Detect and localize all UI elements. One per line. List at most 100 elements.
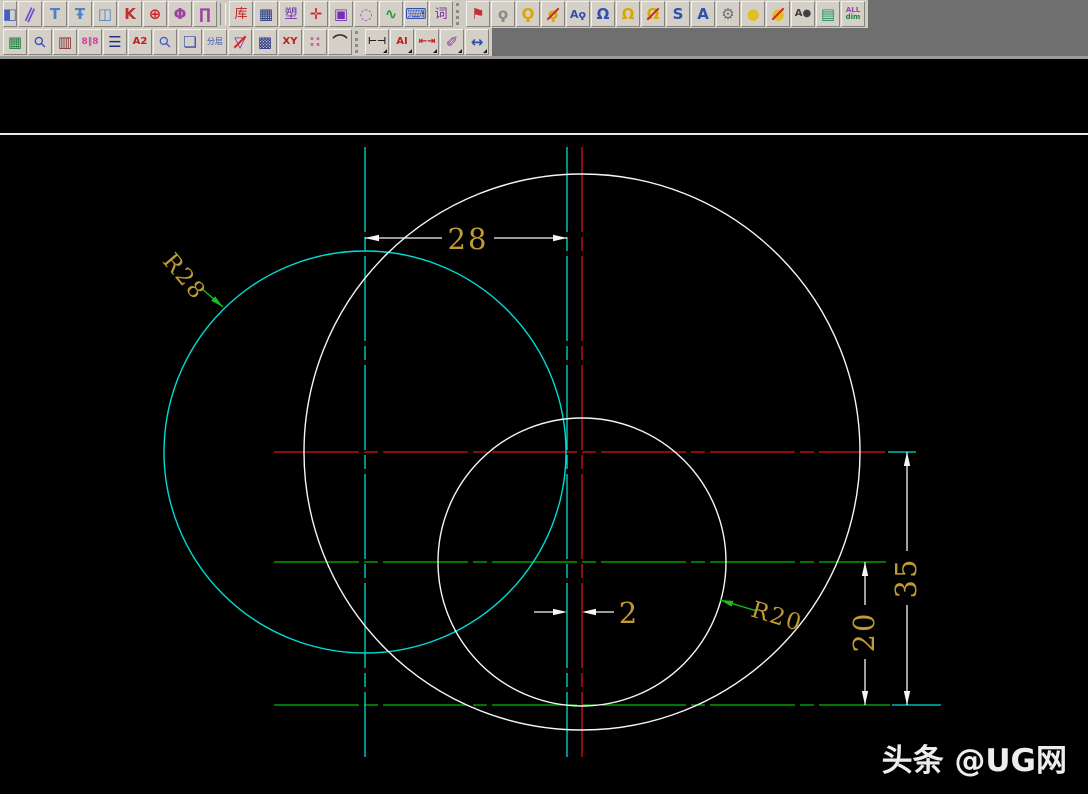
gear-icon-glyph: ⚙ — [721, 7, 734, 22]
library-icon[interactable]: 库 — [229, 1, 253, 27]
gear-icon[interactable]: ⚙ — [716, 1, 740, 27]
lock-off-icon[interactable]: Ω — [641, 1, 665, 27]
xy-icon[interactable]: XY — [278, 29, 302, 55]
curve-s-icon-glyph: ∿ — [385, 7, 398, 22]
column-icon[interactable]: ◫ — [93, 1, 117, 27]
grid-color-icon[interactable]: ▩ — [253, 29, 277, 55]
punch-die-icon-glyph: Ŧ — [75, 7, 85, 22]
dim-edit-icon[interactable]: ✐ — [440, 29, 464, 55]
toolbar-grip[interactable] — [456, 3, 463, 25]
layers-stack-icon[interactable]: ▤ — [816, 1, 840, 27]
center-target-icon[interactable]: ⊕ — [143, 1, 167, 27]
hatch-lines-icon[interactable]: ∥ — [18, 1, 42, 27]
filter-off-icon[interactable]: ▽ — [228, 29, 252, 55]
toolbar-bottom-edge — [0, 56, 1088, 59]
spline-k-icon-glyph: K — [124, 7, 136, 22]
box-3d-icon[interactable]: ❏ — [178, 29, 202, 55]
image-icon[interactable]: ▥ — [53, 29, 77, 55]
a-drag-icon[interactable]: A — [691, 1, 715, 27]
dim-angle-icon[interactable]: ↔ — [465, 29, 489, 55]
sheet-grid-icon-glyph: ▦ — [8, 35, 22, 50]
mold-icon[interactable]: 塑 — [279, 1, 303, 27]
a-drag-icon-glyph: A — [697, 7, 709, 22]
toolbar-row-2: ▦⚲▥8‖8☰A2⚲❏分层▽▩XY∷⌒⊢⊣AI⇤⇥✐↔ — [0, 28, 1088, 56]
layer-freeze-icon[interactable]: ϙ — [541, 1, 565, 27]
arc-icon-glyph: ⌒ — [332, 35, 347, 50]
dim-35-arrow-2 — [904, 691, 910, 705]
dim-linear-icon[interactable]: ⊢⊣ — [365, 29, 389, 55]
dim-text-icon[interactable]: AI — [390, 29, 414, 55]
toolbar-row-1-panel: ◧∥TŦ◫K⊕Φ∏库▦塑✛▣◌∿⌨词⚑ϙϘϙAϙΩΩΩSA⚙●●A●▤ALLdi… — [0, 0, 868, 28]
keyboard-icon[interactable]: ⌨ — [404, 1, 428, 27]
dashed-circle-icon-glyph: ◌ — [359, 7, 372, 22]
layer-split-icon[interactable]: 分层 — [203, 29, 227, 55]
arc-icon[interactable]: ⌒ — [328, 29, 352, 55]
table-icon-glyph: ▦ — [259, 7, 273, 22]
block-insert-icon[interactable]: ▣ — [329, 1, 353, 27]
pipe-fitting-icon[interactable]: ∏ — [193, 1, 217, 27]
a2-sheet-icon[interactable]: A2 — [128, 29, 152, 55]
layer-flag-icon-glyph: ⚑ — [471, 7, 484, 22]
toolbar-grip[interactable] — [355, 31, 362, 53]
dim-text-icon-glyph: AI — [396, 37, 407, 47]
bolt-icon[interactable]: Φ — [168, 1, 192, 27]
lock-icon[interactable]: Ω — [591, 1, 615, 27]
spline-k-icon[interactable]: K — [118, 1, 142, 27]
center-target-icon-glyph: ⊕ — [149, 7, 162, 22]
layer-color-off-icon-glyph: ● — [771, 7, 784, 22]
zoom-detail-icon[interactable]: ⚲ — [28, 29, 52, 55]
nodes-icon[interactable]: ∷ — [303, 29, 327, 55]
sheet-grid-icon[interactable]: ▦ — [3, 29, 27, 55]
unlock-icon-glyph: Ω — [622, 7, 635, 22]
match-8-icon-glyph: 8‖8 — [81, 38, 98, 47]
dim-angle-icon-glyph: ↔ — [471, 35, 484, 50]
layer-color-icon[interactable]: ● — [741, 1, 765, 27]
dim-r28-text: R28 — [157, 248, 211, 305]
toolbar-row-2-panel: ▦⚲▥8‖8☰A2⚲❏分层▽▩XY∷⌒⊢⊣AI⇤⇥✐↔ — [0, 28, 492, 56]
match-8-icon[interactable]: 8‖8 — [78, 29, 102, 55]
layer-text-icon-glyph: Aϙ — [570, 9, 586, 20]
hatch-lines-icon-glyph: ∥ — [23, 6, 36, 23]
punch-top-icon[interactable]: T — [43, 1, 67, 27]
unlock-icon[interactable]: Ω — [616, 1, 640, 27]
all-dim-icon-glyph: ALLdim — [846, 7, 861, 21]
text-color-icon[interactable]: A● — [791, 1, 815, 27]
word-icon[interactable]: 词 — [429, 1, 453, 27]
layer-off-icon[interactable]: ϙ — [491, 1, 515, 27]
dim-28-arrow-2 — [553, 235, 567, 241]
dim-baseline-icon[interactable]: ⇤⇥ — [415, 29, 439, 55]
dim-baseline-icon-glyph: ⇤⇥ — [419, 37, 436, 47]
a2-sheet-icon-glyph: A2 — [133, 37, 148, 47]
dim-28-arrow-1 — [365, 235, 379, 241]
pipe-fitting-icon-glyph: ∏ — [199, 7, 211, 22]
keyboard-icon-glyph: ⌨ — [405, 7, 427, 22]
all-dim-icon[interactable]: ALLdim — [841, 1, 865, 27]
dim-2-text: 2 — [619, 596, 639, 630]
zoom-icon[interactable]: ⚲ — [153, 29, 177, 55]
zoom-detail-icon-glyph: ⚲ — [31, 33, 49, 51]
dim-2-arrow-1 — [553, 609, 567, 615]
list-icon[interactable]: ☰ — [103, 29, 127, 55]
dashed-circle-icon[interactable]: ◌ — [354, 1, 378, 27]
layer-flag-icon[interactable]: ⚑ — [466, 1, 490, 27]
table-icon[interactable]: ▦ — [254, 1, 278, 27]
dim-20-arrow-1 — [862, 562, 868, 576]
drawing-canvas[interactable]: 2822035R28R20 头条 @UG网 — [0, 0, 1088, 794]
dim-edit-icon-glyph: ✐ — [446, 35, 459, 50]
s-drag-icon[interactable]: S — [666, 1, 690, 27]
layer-color-off-icon[interactable]: ● — [766, 1, 790, 27]
block-insert-icon-glyph: ▣ — [334, 7, 348, 22]
application-window: 2822035R28R20 头条 @UG网 ◧∥TŦ◫K⊕Φ∏库▦塑✛▣◌∿⌨词… — [0, 0, 1088, 794]
point-cross-icon[interactable]: ✛ — [304, 1, 328, 27]
dim-20-text: 20 — [847, 612, 881, 653]
layer-text-icon[interactable]: Aϙ — [566, 1, 590, 27]
filter-off-icon-glyph: ▽ — [234, 35, 246, 50]
lock-icon-glyph: Ω — [597, 7, 610, 22]
dim-35-text: 35 — [889, 558, 923, 599]
clipped-tool-icon[interactable]: ◧ — [3, 1, 17, 27]
dim-r20-text: R20 — [748, 597, 806, 637]
layer-on-icon-glyph: Ϙ — [522, 7, 535, 22]
punch-die-icon[interactable]: Ŧ — [68, 1, 92, 27]
curve-s-icon[interactable]: ∿ — [379, 1, 403, 27]
layer-on-icon[interactable]: Ϙ — [516, 1, 540, 27]
